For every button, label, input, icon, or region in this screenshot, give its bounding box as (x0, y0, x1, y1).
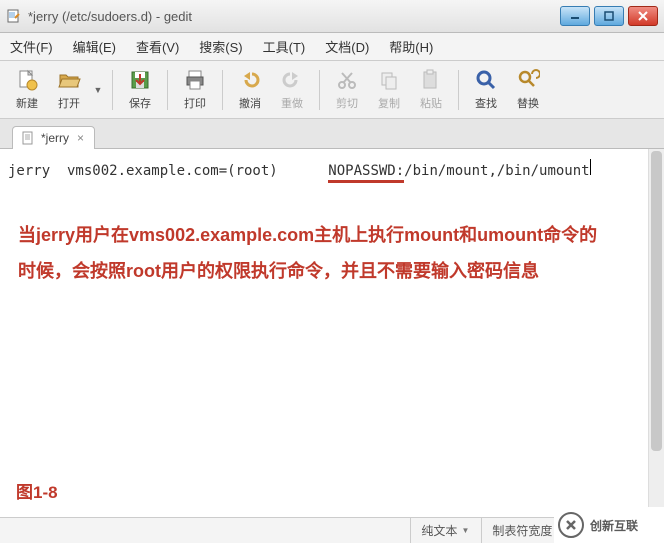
watermark: 创新互联 (554, 507, 664, 543)
find-button[interactable]: 查找 (467, 65, 505, 115)
menu-view[interactable]: 查看(V) (132, 35, 183, 58)
text-cursor (590, 159, 591, 175)
find-label: 查找 (475, 95, 497, 111)
close-button[interactable] (628, 6, 658, 26)
tab-bar: *jerry × (0, 119, 664, 149)
replace-button[interactable]: 替换 (509, 65, 547, 115)
replace-icon (516, 68, 540, 92)
cut-icon (335, 68, 359, 92)
cut-label: 剪切 (336, 95, 358, 111)
toolbar: 新建 打开 ▼ 保存 打印 撤消 重做 剪切 复制 粘贴 查找 替 (0, 61, 664, 119)
maximize-button[interactable] (594, 6, 624, 26)
open-dropdown[interactable]: ▼ (92, 65, 104, 115)
paste-button: 粘贴 (412, 65, 450, 115)
menu-documents[interactable]: 文档(D) (321, 35, 373, 58)
print-label: 打印 (184, 95, 206, 111)
redo-icon (280, 68, 304, 92)
save-icon (128, 68, 152, 92)
file-icon (21, 131, 35, 145)
cut-button: 剪切 (328, 65, 366, 115)
watermark-text: 创新互联 (590, 517, 638, 534)
toolbar-separator (112, 70, 113, 110)
tab-label: *jerry (41, 131, 69, 145)
open-label: 打开 (58, 95, 80, 111)
replace-label: 替换 (517, 95, 539, 111)
tab-close-icon[interactable]: × (75, 131, 86, 145)
window-controls (560, 6, 658, 26)
new-button[interactable]: 新建 (8, 65, 46, 115)
window-title: *jerry (/etc/sudoers.d) - gedit (28, 9, 560, 24)
redo-button: 重做 (273, 65, 311, 115)
editor-area[interactable]: jerry vms002.example.com=(root) NOPASSWD… (0, 149, 664, 509)
copy-label: 复制 (378, 95, 400, 111)
figure-label: 图1-8 (16, 478, 58, 503)
vertical-scrollbar[interactable] (648, 149, 664, 517)
code-nopasswd: NOPASSWD: (328, 163, 404, 183)
open-icon (57, 68, 81, 92)
toolbar-separator (319, 70, 320, 110)
app-icon (6, 8, 22, 24)
minimize-button[interactable] (560, 6, 590, 26)
new-icon (15, 68, 39, 92)
undo-icon (238, 68, 262, 92)
code-line: jerry vms002.example.com=(root) NOPASSWD… (8, 159, 656, 183)
menu-edit[interactable]: 编辑(E) (69, 35, 120, 58)
lang-selector[interactable]: 纯文本 ▼ (410, 518, 469, 543)
print-button[interactable]: 打印 (176, 65, 214, 115)
save-button[interactable]: 保存 (121, 65, 159, 115)
title-bar: *jerry (/etc/sudoers.d) - gedit (0, 0, 664, 33)
copy-icon (377, 68, 401, 92)
toolbar-separator (167, 70, 168, 110)
annotation-line1: 当jerry用户在vms002.example.com主机上执行mount和um… (18, 217, 646, 253)
watermark-logo-icon (558, 512, 584, 538)
undo-button[interactable]: 撤消 (231, 65, 269, 115)
undo-label: 撤消 (239, 95, 261, 111)
menu-tools[interactable]: 工具(T) (259, 35, 310, 58)
menu-bar: 文件(F) 编辑(E) 查看(V) 搜索(S) 工具(T) 文档(D) 帮助(H… (0, 33, 664, 61)
menu-file[interactable]: 文件(F) (6, 35, 57, 58)
print-icon (183, 68, 207, 92)
annotation-line2: 时候，会按照root用户的权限执行命令，并且不需要输入密码信息 (18, 253, 646, 289)
lang-label: 纯文本 (421, 522, 457, 539)
menu-help[interactable]: 帮助(H) (385, 35, 437, 58)
find-icon (474, 68, 498, 92)
new-label: 新建 (16, 95, 38, 111)
toolbar-separator (222, 70, 223, 110)
redo-label: 重做 (281, 95, 303, 111)
copy-button: 复制 (370, 65, 408, 115)
toolbar-separator (458, 70, 459, 110)
open-button[interactable]: 打开 (50, 65, 88, 115)
paste-label: 粘贴 (420, 95, 442, 111)
paste-icon (419, 68, 443, 92)
tab-jerry[interactable]: *jerry × (12, 126, 95, 149)
code-suffix: /bin/mount,/bin/umount (404, 163, 589, 179)
code-prefix: jerry vms002.example.com=(root) (8, 163, 328, 179)
save-label: 保存 (129, 95, 151, 111)
menu-search[interactable]: 搜索(S) (195, 35, 246, 58)
annotation-text: 当jerry用户在vms002.example.com主机上执行mount和um… (8, 217, 656, 289)
chevron-down-icon: ▼ (461, 526, 469, 535)
scrollbar-thumb[interactable] (651, 151, 662, 451)
